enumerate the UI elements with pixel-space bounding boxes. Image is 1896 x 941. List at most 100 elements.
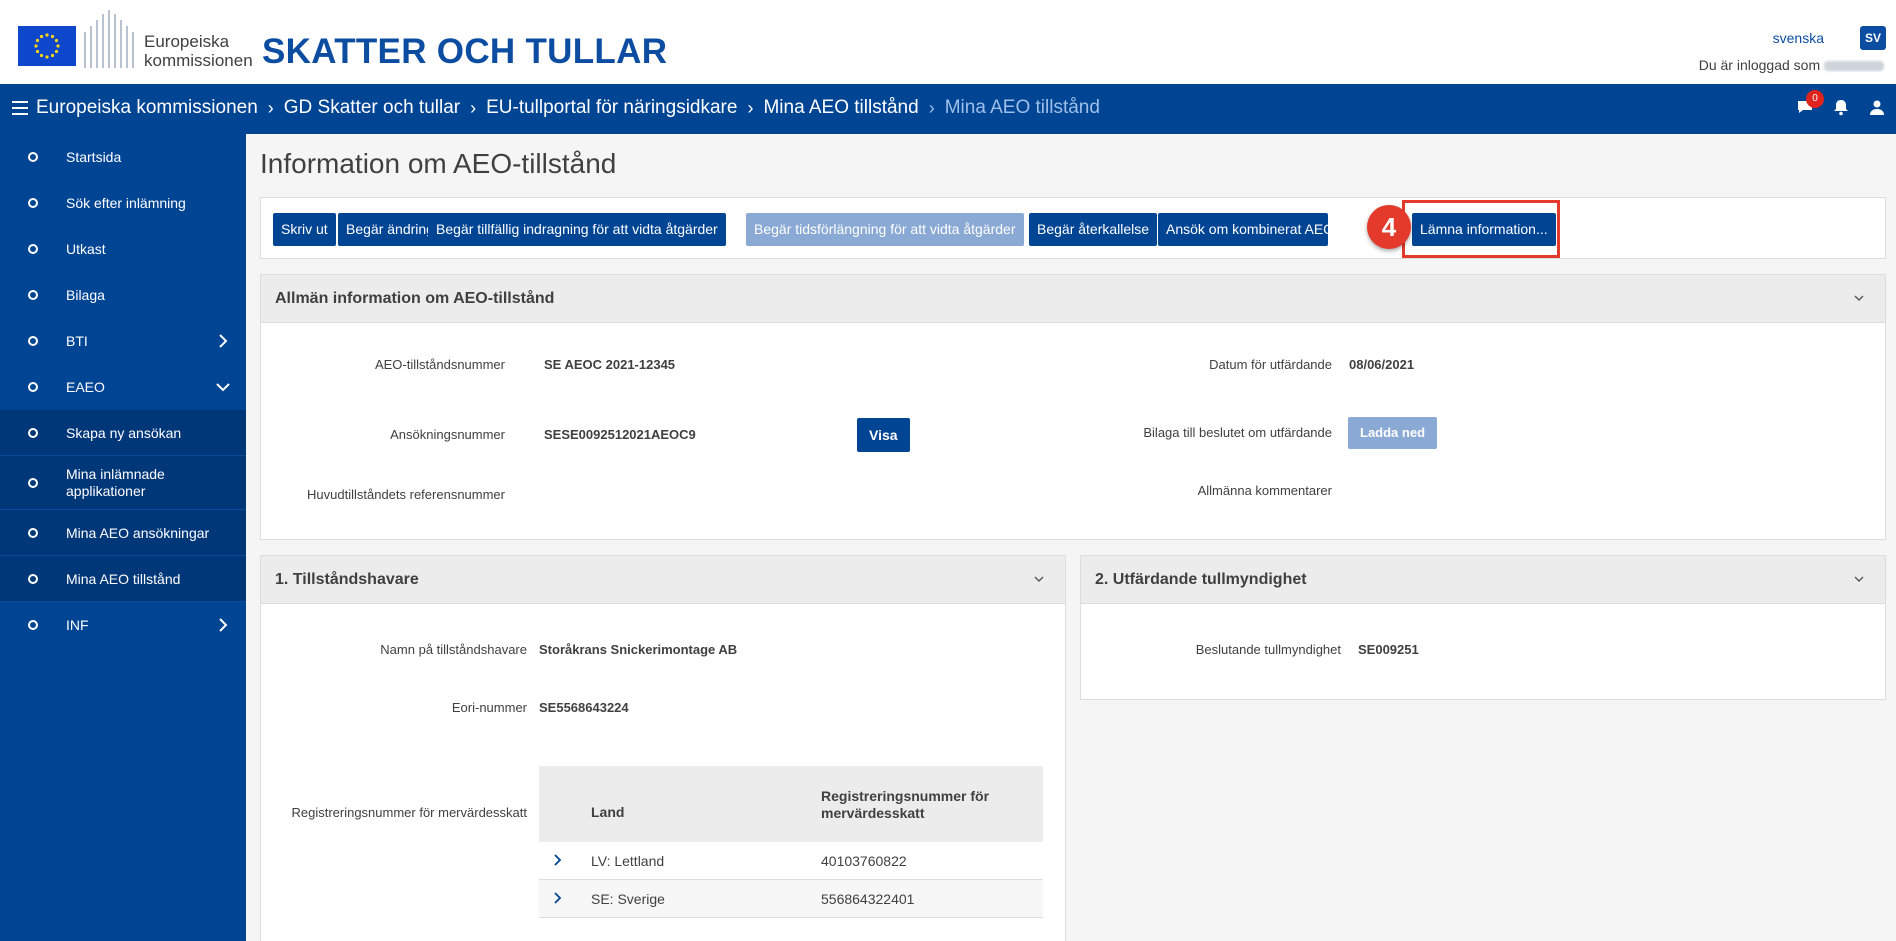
- eu-flag-icon: [18, 26, 76, 66]
- sidebar-item-label: INF: [66, 617, 89, 633]
- chevron-down-icon: [216, 383, 230, 392]
- sidebar-item-label: EAEO: [66, 379, 105, 395]
- column-header-line: Registreringsnummer för: [821, 788, 990, 804]
- request-change-button[interactable]: Begär ändring: [338, 213, 442, 246]
- breadcrumb-separator-icon: ›: [928, 97, 935, 118]
- sidebar-item-bti[interactable]: BTI: [0, 318, 246, 364]
- site-title: SKATTER OCH TULLAR: [262, 32, 668, 71]
- logo-building-lines: [80, 8, 152, 68]
- sidebar-item-aeo-applications[interactable]: Mina AEO ansökningar: [0, 510, 246, 556]
- top-header: Europeiska kommissionen SKATTER OCH TULL…: [0, 0, 1896, 84]
- action-toolbar: Skriv ut Begär ändring Begär tillfällig …: [260, 197, 1886, 259]
- sidebar-item-attachment[interactable]: Bilaga: [0, 272, 246, 318]
- sidebar-item-new-application[interactable]: Skapa ny ansökan: [0, 410, 246, 456]
- eori-label: Eori-nummer: [451, 700, 527, 715]
- hamburger-menu-icon[interactable]: [12, 101, 28, 115]
- messages-icon[interactable]: 0: [1796, 90, 1824, 116]
- chevron-down-icon[interactable]: [1853, 293, 1865, 303]
- circle-icon: [28, 427, 38, 438]
- circle-icon: [28, 382, 38, 392]
- breadcrumb-separator-icon: ›: [267, 97, 274, 118]
- view-button[interactable]: Visa: [857, 418, 910, 452]
- circle-icon: [28, 244, 38, 254]
- vat-country: LV: Lettland: [591, 853, 665, 869]
- logo-line1: Europeiska: [144, 32, 230, 51]
- deciding-authority-value: SE009251: [1358, 642, 1419, 657]
- request-revocation-button[interactable]: Begär återkallelse: [1029, 213, 1158, 246]
- panel-header[interactable]: 1. Tillståndshavare: [261, 556, 1065, 604]
- circle-icon: [28, 290, 38, 300]
- vat-table-header: Land Registreringsnummer för mervärdessk…: [539, 766, 1043, 842]
- notification-count-badge: 0: [1806, 90, 1824, 108]
- breadcrumb-separator-icon: ›: [470, 97, 477, 118]
- application-number-label: Ansökningsnummer: [390, 427, 505, 442]
- sidebar-item-search[interactable]: Sök efter inlämning: [0, 180, 246, 226]
- breadcrumb: Europeiska kommissionen › GD Skatter och…: [12, 97, 1100, 119]
- sidebar-item-label: Mina inlämnade applikationer: [66, 465, 165, 499]
- panel-title: 1. Tillståndshavare: [275, 571, 419, 588]
- breadcrumb-item[interactable]: Europeiska kommissionen: [36, 97, 258, 119]
- panel-title: Allmän information om AEO-tillstånd: [275, 290, 555, 307]
- highlight-frame: [1402, 200, 1560, 258]
- breadcrumb-bar: Europeiska kommissionen › GD Skatter och…: [0, 84, 1896, 134]
- sidebar-item-drafts[interactable]: Utkast: [0, 226, 246, 272]
- authority-panel: 2. Utfärdande tullmyndighet Beslutande t…: [1080, 555, 1886, 700]
- sidebar-item-inf[interactable]: INF: [0, 602, 246, 648]
- sidebar: Startsida Sök efter inlämning Utkast Bil…: [0, 134, 246, 941]
- page-title: Information om AEO-tillstånd: [260, 148, 617, 179]
- chevron-right-icon[interactable]: [553, 853, 563, 867]
- vat-label: Registreringsnummer för mervärdesskatt: [291, 805, 527, 820]
- sidebar-item-eaeo[interactable]: EAEO: [0, 364, 246, 410]
- sidebar-item-submitted-applications[interactable]: Mina inlämnade applikationer: [0, 456, 246, 510]
- deciding-authority-label: Beslutande tullmyndighet: [1195, 642, 1341, 657]
- language-selector[interactable]: svenska: [1773, 30, 1824, 46]
- logged-in-info: Du är inloggad som: [1699, 57, 1884, 73]
- apply-combined-button[interactable]: Ansök om kombinerat AEO-till: [1158, 213, 1328, 246]
- sidebar-item-aeo-authorisations[interactable]: Mina AEO tillstånd: [0, 556, 246, 602]
- request-suspension-button[interactable]: Begär tillfällig indragning för att vidt…: [428, 213, 726, 246]
- breadcrumb-item[interactable]: Mina AEO tillstånd: [763, 97, 918, 119]
- user-icon[interactable]: [1868, 98, 1886, 116]
- column-header-country: Land: [591, 804, 625, 820]
- panel-title: 2. Utfärdande tullmyndighet: [1095, 571, 1307, 588]
- general-info-panel: Allmän information om AEO-tillstånd AEO-…: [260, 274, 1886, 540]
- issue-date-value: 08/06/2021: [1349, 357, 1415, 372]
- request-extension-button[interactable]: Begär tidsförlängning för att vidta åtgä…: [746, 213, 1024, 246]
- circle-icon: [28, 336, 38, 346]
- language-code-badge[interactable]: SV: [1860, 26, 1886, 50]
- panel-header[interactable]: Allmän information om AEO-tillstånd: [261, 275, 1885, 323]
- chevron-down-icon[interactable]: [1853, 574, 1865, 584]
- breadcrumb-item[interactable]: EU-tullportal för näringsidkare: [486, 97, 737, 119]
- breadcrumb-item[interactable]: GD Skatter och tullar: [284, 97, 460, 119]
- main-content: Information om AEO-tillstånd Skriv ut Be…: [246, 134, 1896, 941]
- column-header-vat-number: Registreringsnummer för mervärdesskatt: [821, 788, 989, 822]
- logo-line2: kommissionen: [144, 51, 253, 70]
- bell-icon[interactable]: [1832, 98, 1850, 116]
- auth-number-label: AEO-tillståndsnummer: [374, 357, 505, 372]
- circle-icon: [28, 477, 38, 488]
- sidebar-item-label: Mina AEO ansökningar: [66, 524, 210, 541]
- vat-number: 556864322401: [821, 891, 915, 907]
- download-button[interactable]: Ladda ned: [1348, 417, 1438, 449]
- sidebar-item-label: Mina AEO tillstånd: [66, 570, 181, 587]
- chevron-right-icon[interactable]: [553, 891, 563, 905]
- eori-value: SE5568643224: [539, 700, 629, 715]
- header-icons: 0: [1796, 90, 1886, 116]
- ec-logo[interactable]: Europeiska kommissionen: [18, 8, 253, 70]
- sidebar-item-startsida[interactable]: Startsida: [0, 134, 246, 180]
- attachment-label: Bilaga till beslutet om utfärdande: [1143, 425, 1332, 440]
- chevron-right-icon: [219, 334, 228, 348]
- sidebar-item-label: Startsida: [66, 149, 122, 165]
- auth-number-value: SE AEOC 2021-12345: [544, 357, 676, 372]
- logged-in-text: Du är inloggad som: [1698, 57, 1821, 73]
- breadcrumb-separator-icon: ›: [747, 97, 754, 118]
- panel-header[interactable]: 2. Utfärdande tullmyndighet: [1081, 556, 1885, 604]
- circle-icon: [28, 198, 38, 208]
- main-ref-label: Huvudtillståndets referensnummer: [307, 487, 505, 502]
- print-button[interactable]: Skriv ut: [273, 213, 336, 246]
- circle-icon: [28, 573, 38, 584]
- circle-icon: [28, 152, 38, 162]
- holder-panel: 1. Tillståndshavare Namn på tillståndsha…: [260, 555, 1066, 941]
- comments-label: Allmänna kommentarer: [1197, 483, 1332, 498]
- chevron-down-icon[interactable]: [1033, 574, 1045, 584]
